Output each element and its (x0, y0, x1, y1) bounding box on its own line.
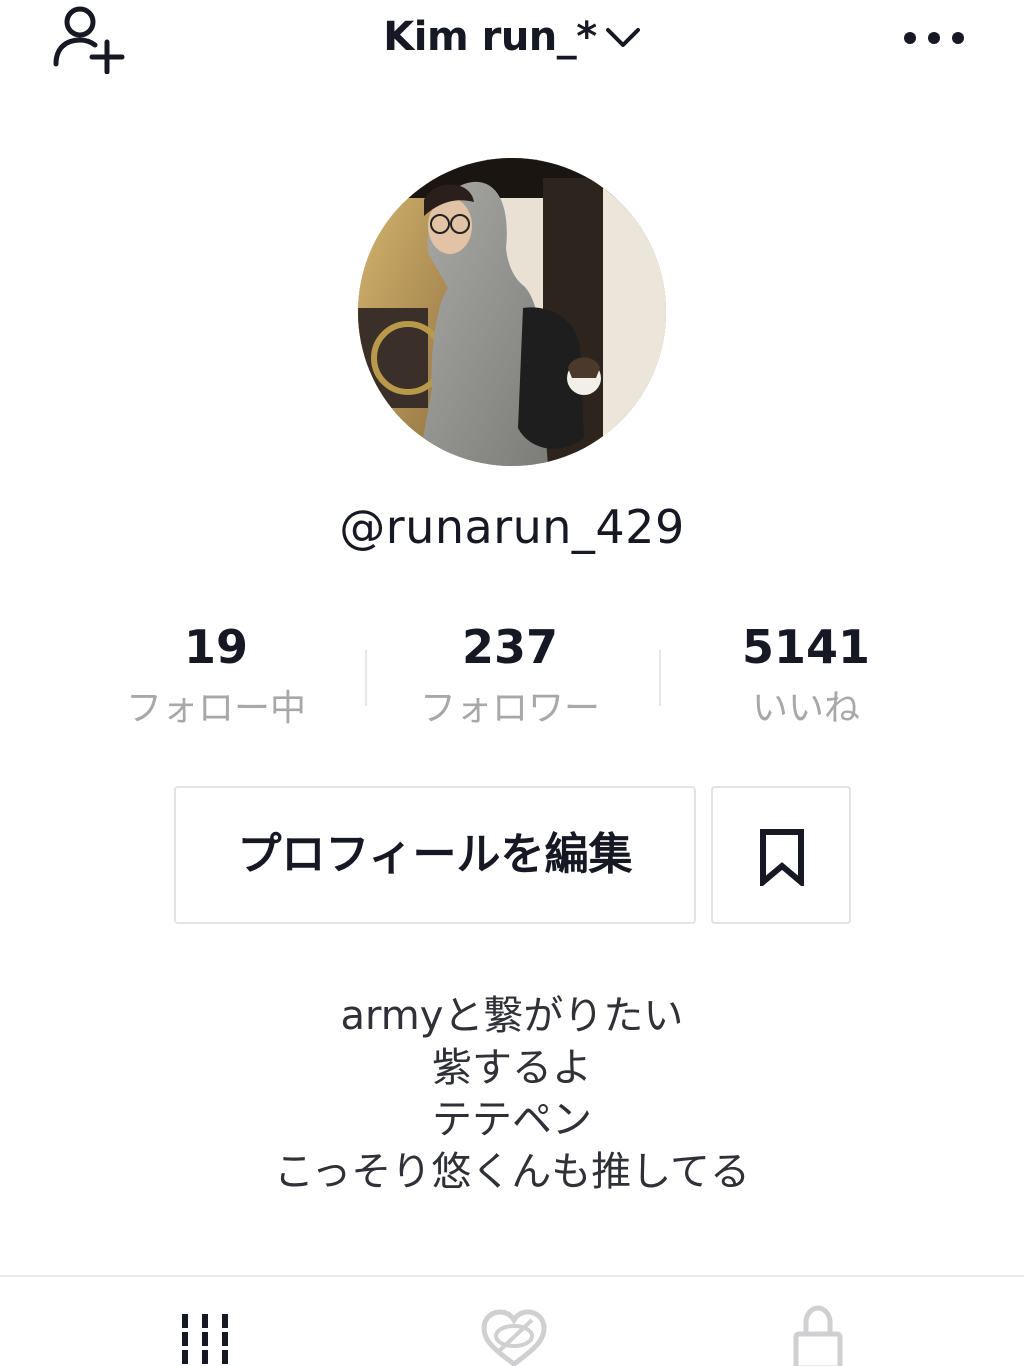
bio-line: armyと繋がりたい (340, 993, 684, 1039)
heart-hidden-icon (481, 1309, 547, 1366)
profile-handle: @runarun_429 (339, 500, 685, 554)
likes-count: 5141 (741, 620, 871, 674)
top-bar: Kim run_* (0, 0, 1024, 80)
account-switcher[interactable]: Kim run_* (0, 10, 1024, 64)
profile-stats: 19 フォロー中 237 フォロワー 5141 いいね (0, 612, 1024, 742)
profile-avatar[interactable] (358, 158, 666, 466)
stat-following[interactable]: 19 フォロー中 (86, 612, 346, 734)
profile-bio: armyと繋がりたい 紫するよ テテペン こっそり悠くんも推してる (0, 990, 1024, 1198)
bio-line: 紫するよ (432, 1045, 592, 1091)
tab-private[interactable] (718, 1278, 918, 1366)
stat-divider (365, 650, 367, 706)
bio-line: テテペン (432, 1097, 592, 1143)
lock-icon (793, 1305, 843, 1366)
tab-videos[interactable] (105, 1278, 305, 1366)
following-label: フォロー中 (125, 688, 306, 729)
favorites-button[interactable] (711, 786, 851, 924)
tab-bar-divider (0, 1275, 1024, 1277)
grid-icon (179, 1314, 231, 1364)
more-horizontal-icon (904, 32, 964, 44)
more-options-button[interactable] (896, 18, 972, 58)
stat-likes[interactable]: 5141 いいね (676, 612, 936, 734)
bookmark-icon (760, 829, 804, 886)
stat-divider (659, 650, 661, 706)
followers-count: 237 (461, 620, 559, 674)
profile-photo (358, 158, 666, 466)
account-name: Kim run_* (383, 14, 597, 60)
tab-liked[interactable] (414, 1278, 614, 1366)
edit-profile-button[interactable]: プロフィールを編集 (174, 786, 696, 924)
profile-page: Kim run_* @runarun_429 19 フォロー中 237 フォロワ… (0, 0, 1024, 1366)
bio-line: こっそり悠くんも推してる (274, 1149, 750, 1195)
likes-label: いいね (751, 688, 860, 729)
chevron-down-icon (605, 9, 641, 63)
stat-followers[interactable]: 237 フォロワー (380, 612, 640, 734)
followers-label: フォロワー (419, 688, 600, 729)
following-count: 19 (183, 620, 248, 674)
